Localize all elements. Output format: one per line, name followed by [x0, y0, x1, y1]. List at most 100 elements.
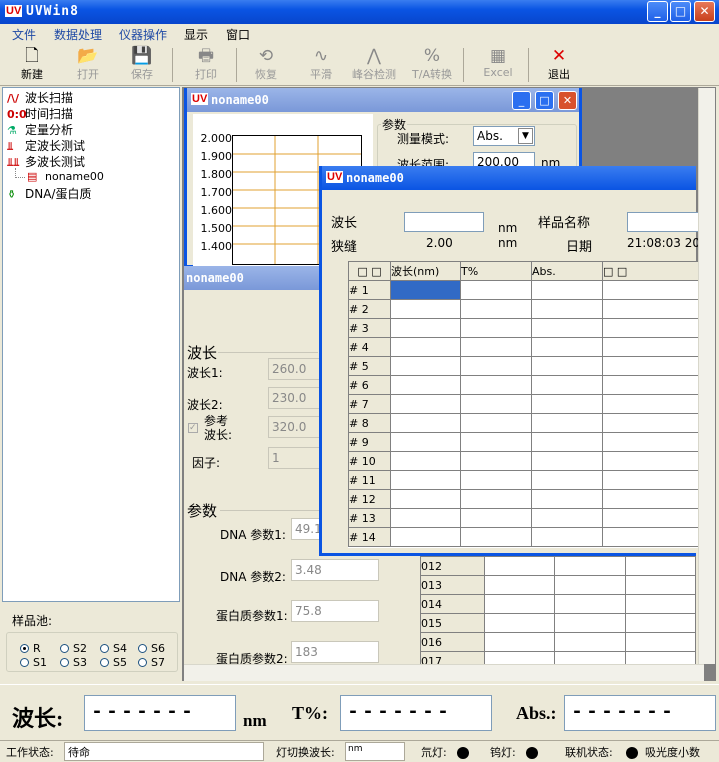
table-row[interactable]: # 11 [348, 470, 699, 490]
vertical-scrollbar[interactable] [698, 88, 715, 664]
multi-window-titlebar: UV noname00 [322, 166, 696, 190]
minimize-button[interactable]: _ [647, 1, 668, 22]
radio-icon [100, 658, 109, 667]
smooth-button[interactable]: ∿ 平滑 [294, 46, 348, 84]
chevron-down-icon: ▼ [518, 128, 533, 144]
radio-s5[interactable]: S5 [100, 656, 127, 669]
date-label: 日期 [566, 240, 593, 255]
factor-input[interactable]: 1 [268, 447, 324, 469]
prot2-input[interactable]: 183 [291, 641, 379, 663]
dna-icon: ⚱ [7, 188, 17, 201]
online-status-label: 联机状态: [565, 746, 613, 759]
table-row[interactable]: # 3 [348, 318, 699, 338]
radio-s1[interactable]: S1 [20, 656, 47, 669]
open-button[interactable]: 📂 打开 [61, 46, 115, 84]
radio-icon [138, 658, 147, 667]
radio-icon [100, 644, 109, 653]
toolbar-separator [528, 48, 529, 82]
radio-s2[interactable]: S2 [60, 642, 87, 655]
table-row[interactable]: # 6 [348, 375, 699, 395]
slit-unit: nm [498, 236, 518, 250]
radio-s6[interactable]: S6 [138, 642, 165, 655]
ta-convert-button[interactable]: % T/A转换 [405, 46, 459, 84]
radio-s4[interactable]: S4 [100, 642, 127, 655]
table-row: 013 [420, 575, 697, 595]
dna2-label: DNA 参数2: [220, 570, 286, 584]
function-tree: /\/波长扫描 0:0时间扫描 ⚗ 定量分析 ⫫ 定波长测试 ⫫⫫ 多波长测试 ▤ no… [2, 87, 180, 602]
print-icon: 🖶 [197, 46, 215, 66]
scan-window-titlebar: UV noname00 _ □ ✕ [187, 88, 579, 112]
horizontal-scrollbar[interactable] [184, 664, 704, 681]
close-button[interactable]: ✕ [558, 91, 577, 110]
table-row[interactable]: # 9 [348, 432, 699, 452]
d2-lamp-label: 氘灯: [421, 746, 447, 759]
ref-input[interactable]: 320.0 [268, 416, 324, 438]
new-button[interactable]: 🗋 新建 [5, 46, 59, 84]
prot1-input[interactable]: 75.8 [291, 600, 379, 622]
menu-data-processing[interactable]: 数据处理 [54, 26, 102, 43]
menu-window[interactable]: 窗口 [226, 26, 250, 43]
print-button[interactable]: 🖶 打印 [179, 46, 233, 84]
selected-cell[interactable] [390, 280, 461, 300]
peak-detect-button[interactable]: ⋀ 峰谷检测 [347, 46, 401, 84]
multi-wavelength-window: UV noname00 波长 nm 狭缝 2.00 nm 样品名称 日期 21:… [319, 166, 700, 556]
measurement-grid: □ □ 波长(nm) T% Abs. □ □ # 1 # 2 # 3 # 4 #… [348, 261, 699, 547]
table-row[interactable]: # 10 [348, 451, 699, 471]
radio-s3[interactable]: S3 [60, 656, 87, 669]
tree-item-noname00[interactable]: ▤ noname00 [27, 170, 104, 183]
exit-button[interactable]: ✕ 退出 [532, 46, 586, 84]
open-folder-icon: 📂 [77, 46, 99, 66]
tree-item-fixed-wavelength[interactable]: ⫫ 定波长测试 [7, 137, 85, 154]
close-button[interactable]: ✕ [694, 1, 715, 22]
maximize-button[interactable]: □ [670, 1, 691, 22]
menu-display[interactable]: 显示 [184, 26, 208, 43]
radio-r[interactable]: R [20, 642, 41, 655]
table-row[interactable]: # 5 [348, 356, 699, 376]
main-title-bar: UV UVWin8 _ □ ✕ [0, 0, 719, 24]
w-lamp-label: 钨灯: [490, 746, 516, 759]
group-line [220, 510, 320, 511]
menu-instrument[interactable]: 仪器操作 [119, 26, 167, 43]
dna2-input[interactable]: 3.48 [291, 559, 379, 581]
ref-checkbox[interactable]: ✓ [188, 423, 198, 433]
maximize-button[interactable]: □ [535, 91, 554, 110]
excel-button[interactable]: ▦ Excel [471, 46, 525, 84]
table-row[interactable]: # 7 [348, 394, 699, 414]
factor-label: 因子: [192, 456, 221, 470]
ta-convert-icon: % [423, 46, 441, 66]
status-bar: 工作状态: 待命 灯切换波长: nm 氘灯: 钨灯: 联机状态: 吸光度小数 [0, 740, 719, 762]
radio-icon [138, 644, 147, 653]
table-row[interactable]: # 4 [348, 337, 699, 357]
restore-button[interactable]: ⟲ 恢复 [239, 46, 293, 84]
sample-name-input[interactable] [627, 212, 699, 232]
readout-abs-value: ------- [564, 695, 716, 731]
prot1-label: 蛋白质参数1: [216, 609, 288, 623]
tree-item-quantitative[interactable]: ⚗ 定量分析 [7, 121, 73, 138]
toolbar-separator [172, 48, 173, 82]
table-row[interactable]: # 13 [348, 508, 699, 528]
wl1-input[interactable]: 260.0 [268, 358, 324, 380]
dna-table-grid: 012 013 014 015 016 017 [420, 556, 697, 671]
radio-icon [60, 658, 69, 667]
save-button[interactable]: 💾 保存 [115, 46, 169, 84]
wavelength-group-label: 波长 [187, 344, 218, 362]
slit-label: 狭缝 [331, 240, 358, 255]
minimize-button[interactable]: _ [512, 91, 531, 110]
toolbar-separator [463, 48, 464, 82]
table-row[interactable]: # 1 [348, 280, 699, 300]
wavelength-scan-icon: /\/ [7, 92, 20, 105]
wl2-input[interactable]: 230.0 [268, 387, 324, 409]
table-row[interactable]: # 8 [348, 413, 699, 433]
work-status-field [64, 742, 264, 761]
table-row[interactable]: # 14 [348, 527, 699, 547]
table-row[interactable]: # 2 [348, 299, 699, 319]
table-row[interactable]: # 12 [348, 489, 699, 509]
radio-s7[interactable]: S7 [138, 656, 165, 669]
wl-input[interactable] [404, 212, 484, 232]
tree-item-time-scan[interactable]: 0:0时间扫描 [7, 105, 73, 122]
mode-select[interactable]: Abs. ▼ [473, 126, 535, 146]
tree-item-wavelength-scan[interactable]: /\/波长扫描 [7, 89, 73, 106]
work-status-value: 待命 [68, 746, 90, 759]
tree-item-dna-protein[interactable]: ⚱ DNA/蛋白质 [7, 185, 91, 202]
menu-file[interactable]: 文件 [12, 26, 36, 43]
